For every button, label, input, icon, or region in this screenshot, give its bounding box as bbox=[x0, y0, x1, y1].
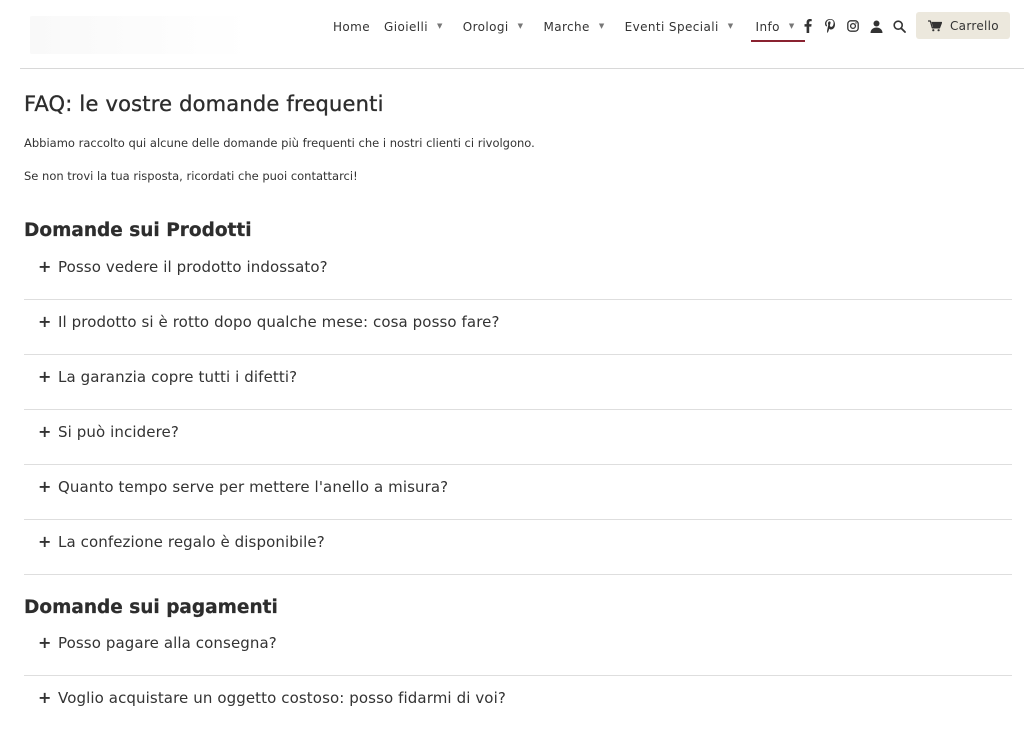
faq-list-prodotti: + Posso vedere il prodotto indossato? + … bbox=[24, 245, 1012, 575]
section-title-prodotti: Domande sui Prodotti bbox=[24, 220, 252, 241]
nav-item-label: Marche bbox=[543, 20, 590, 34]
faq-question: Si può incidere? bbox=[58, 423, 179, 441]
faq-item[interactable]: + Quanto tempo serve per mettere l'anell… bbox=[24, 465, 1012, 520]
faq-question: La confezione regalo è disponibile? bbox=[58, 533, 325, 551]
main-nav: Home Gioielli ▼ Orologi ▼ Marche ▼ Event… bbox=[333, 16, 805, 42]
nav-item-marche[interactable]: Marche ▼ bbox=[543, 16, 604, 38]
plus-icon: + bbox=[38, 367, 52, 386]
faq-question: Quanto tempo serve per mettere l'anello … bbox=[58, 478, 449, 496]
chevron-down-icon: ▼ bbox=[598, 22, 605, 30]
plus-icon: + bbox=[38, 532, 52, 551]
plus-icon: + bbox=[38, 633, 52, 652]
faq-question: Posso pagare alla consegna? bbox=[58, 634, 277, 652]
faq-question: Voglio acquistare un oggetto costoso: po… bbox=[58, 689, 506, 707]
plus-icon: + bbox=[38, 688, 52, 707]
site-header: Home Gioielli ▼ Orologi ▼ Marche ▼ Event… bbox=[0, 0, 1024, 69]
faq-item[interactable]: + Posso pagare alla consegna? bbox=[24, 621, 1012, 676]
nav-item-label: Home bbox=[333, 20, 371, 34]
user-icon[interactable] bbox=[868, 17, 884, 35]
nav-item-gioielli[interactable]: Gioielli ▼ bbox=[384, 16, 443, 38]
logo[interactable] bbox=[30, 16, 250, 54]
chevron-down-icon: ▼ bbox=[517, 22, 524, 30]
header-divider bbox=[20, 68, 1024, 69]
cart-icon bbox=[928, 19, 942, 32]
search-icon[interactable] bbox=[891, 17, 907, 35]
page-title: FAQ: le vostre domande frequenti bbox=[24, 92, 384, 116]
faq-item[interactable]: + Posso vedere il prodotto indossato? bbox=[24, 245, 1012, 300]
chevron-down-icon: ▼ bbox=[436, 22, 443, 30]
intro-contact-text: Se non trovi la tua risposta, ricordati … bbox=[24, 169, 358, 183]
pinterest-icon[interactable] bbox=[822, 17, 838, 35]
intro-text: Abbiamo raccolto qui alcune delle domand… bbox=[24, 136, 535, 150]
instagram-icon[interactable] bbox=[845, 17, 861, 35]
chevron-down-icon: ▼ bbox=[727, 22, 734, 30]
faq-content: FAQ: le vostre domande frequenti Abbiamo… bbox=[24, 90, 1012, 707]
nav-item-orologi[interactable]: Orologi ▼ bbox=[463, 16, 524, 38]
plus-icon: + bbox=[38, 257, 52, 276]
plus-icon: + bbox=[38, 477, 52, 496]
section-title-pagamenti: Domande sui pagamenti bbox=[24, 597, 278, 618]
nav-item-info[interactable]: Info ▼ bbox=[750, 16, 805, 42]
faq-item[interactable]: + Il prodotto si è rotto dopo qualche me… bbox=[24, 300, 1012, 355]
faq-question: Posso vedere il prodotto indossato? bbox=[58, 258, 328, 276]
faq-item[interactable]: + La garanzia copre tutti i difetti? bbox=[24, 355, 1012, 410]
plus-icon: + bbox=[38, 422, 52, 441]
nav-item-label: Orologi bbox=[462, 20, 509, 34]
nav-item-label: Info bbox=[755, 20, 780, 34]
nav-item-home[interactable]: Home bbox=[333, 16, 370, 38]
faq-list-pagamenti: + Posso pagare alla consegna? + Voglio a… bbox=[24, 621, 1012, 731]
plus-icon: + bbox=[38, 312, 52, 331]
faq-question: La garanzia copre tutti i difetti? bbox=[58, 368, 298, 386]
cart-button[interactable]: Carrello bbox=[916, 12, 1010, 39]
nav-item-eventi-speciali[interactable]: Eventi Speciali ▼ bbox=[625, 16, 734, 38]
faq-question: Il prodotto si è rotto dopo qualche mese… bbox=[58, 313, 500, 331]
faq-item[interactable]: + Voglio acquistare un oggetto costoso: … bbox=[24, 676, 1012, 731]
nav-item-label: Gioielli bbox=[384, 20, 428, 34]
cart-label: Carrello bbox=[950, 18, 999, 33]
chevron-down-icon: ▼ bbox=[788, 22, 795, 30]
facebook-icon[interactable] bbox=[800, 17, 816, 35]
nav-item-label: Eventi Speciali bbox=[624, 20, 719, 34]
faq-item[interactable]: + Si può incidere? bbox=[24, 410, 1012, 465]
faq-item[interactable]: + La confezione regalo è disponibile? bbox=[24, 520, 1012, 575]
